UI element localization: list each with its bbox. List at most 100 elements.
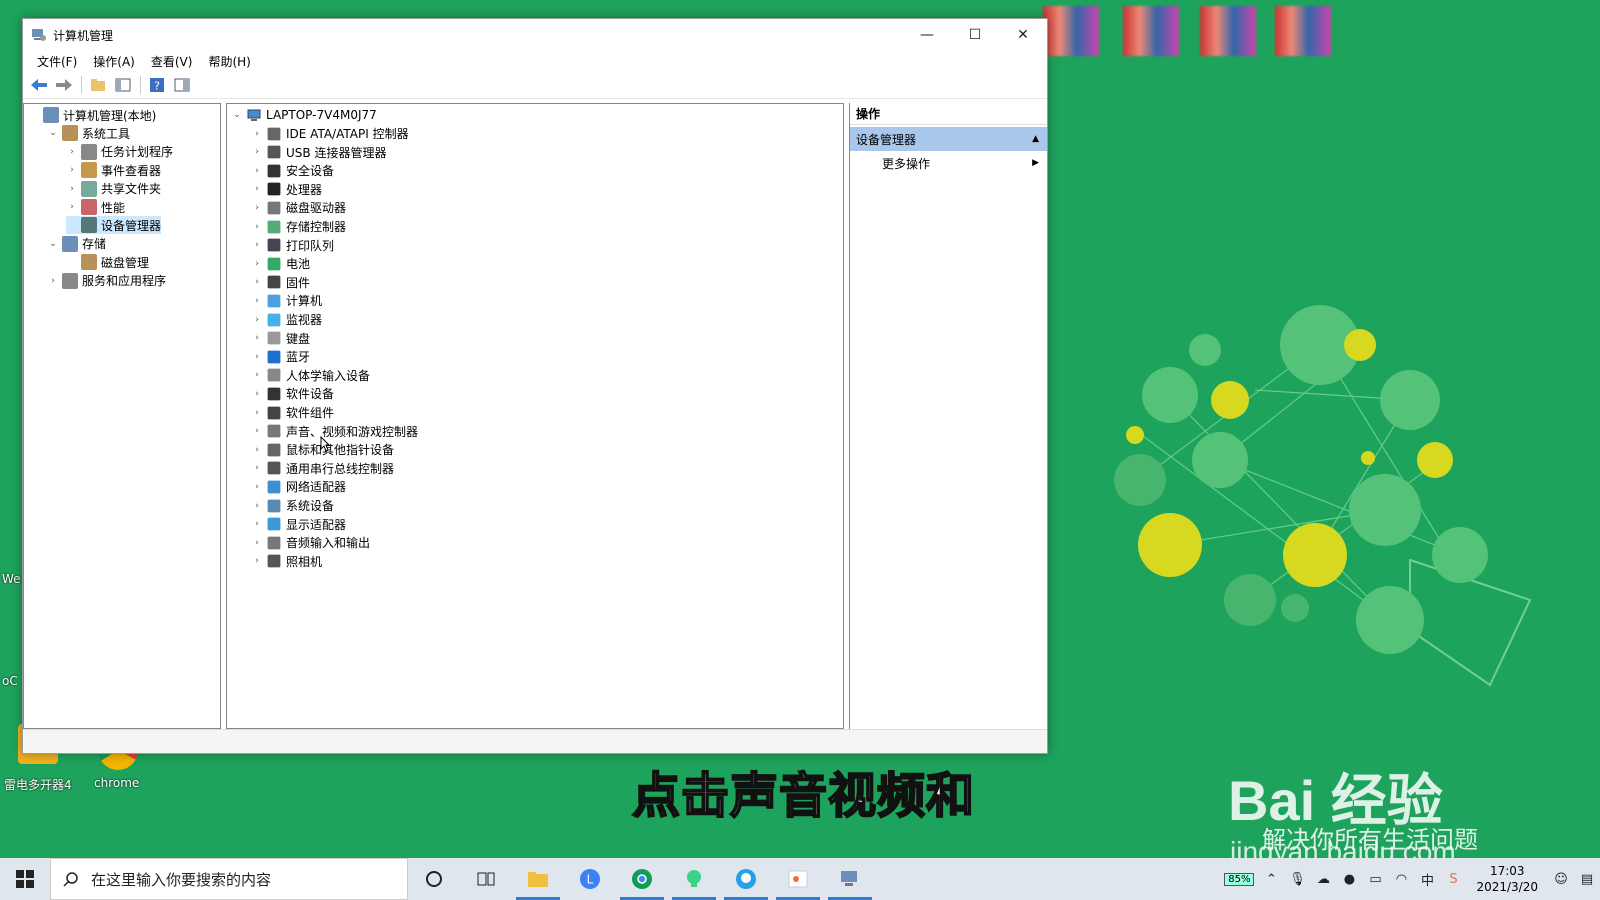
close-button[interactable]: ✕ [999, 19, 1047, 51]
device-category-item[interactable]: › 通用串行总线控制器 [251, 459, 394, 477]
blurred-desktop-icon[interactable] [1200, 6, 1256, 56]
device-category-item[interactable]: › 打印队列 [251, 236, 334, 254]
expand-arrow-icon[interactable]: › [251, 408, 263, 418]
desktop-icon-label[interactable]: oC [2, 674, 18, 688]
nav-tree-item[interactable]: › 任务计划程序 [66, 143, 173, 161]
collapse-arrow-icon[interactable]: ⌄ [47, 239, 59, 249]
nav-tree-item[interactable]: ⌄ 存储 [47, 235, 106, 253]
device-category-item[interactable]: › 系统设备 [251, 497, 334, 515]
nav-tree-item[interactable]: ⌄ 系统工具 [47, 124, 130, 142]
minimize-button[interactable]: — [903, 19, 951, 51]
menu-view[interactable]: 查看(V) [143, 53, 201, 70]
chevron-up-icon[interactable]: ⌃ [1258, 858, 1284, 900]
blurred-desktop-icon[interactable] [1043, 6, 1099, 56]
nav-tree-item[interactable]: 磁盘管理 [66, 253, 149, 271]
expand-arrow-icon[interactable]: › [251, 482, 263, 492]
device-category-item[interactable]: › 磁盘驱动器 [251, 199, 346, 217]
expand-arrow-icon[interactable]: › [251, 315, 263, 325]
device-tree-root[interactable]: ⌄ LAPTOP-7V4M0J77 [231, 106, 377, 124]
emoji-icon[interactable]: ☺ [1548, 858, 1574, 900]
expand-arrow-icon[interactable]: › [251, 129, 263, 139]
maximize-button[interactable]: ☐ [951, 19, 999, 51]
device-category-item[interactable]: › 安全设备 [251, 162, 334, 180]
menu-help[interactable]: 帮助(H) [200, 53, 258, 70]
expand-arrow-icon[interactable]: › [251, 501, 263, 511]
wifi-icon[interactable]: ◠ [1388, 858, 1414, 900]
device-category-item[interactable]: › 声音、视频和游戏控制器 [251, 422, 418, 440]
back-arrow-icon[interactable] [27, 74, 51, 96]
nav-tree-item[interactable]: › 事件查看器 [66, 161, 161, 179]
title-bar[interactable]: 计算机管理 — ☐ ✕ [23, 19, 1047, 51]
expand-arrow-icon[interactable]: › [66, 184, 78, 194]
task-view-button[interactable] [460, 858, 512, 900]
device-category-item[interactable]: › 固件 [251, 273, 310, 291]
collapse-triangle-icon[interactable]: ▲ [1032, 134, 1039, 144]
expand-arrow-icon[interactable]: › [66, 147, 78, 157]
desktop-icon-label[interactable]: We [2, 572, 21, 586]
collapse-arrow-icon[interactable]: ⌄ [47, 128, 59, 138]
expand-arrow-icon[interactable]: › [251, 222, 263, 232]
user-icon[interactable]: ● [1336, 858, 1362, 900]
computer-management-taskbar[interactable] [824, 858, 876, 900]
expand-arrow-icon[interactable]: › [47, 276, 59, 286]
collapse-arrow-icon[interactable]: ⌄ [231, 110, 243, 120]
device-category-item[interactable]: › 存储控制器 [251, 218, 346, 236]
cloud-icon[interactable]: ☁ [1310, 858, 1336, 900]
photo-app-taskbar[interactable] [772, 858, 824, 900]
app-l-taskbar[interactable]: L [564, 858, 616, 900]
sogou-icon[interactable]: S [1440, 858, 1466, 900]
expand-arrow-icon[interactable]: › [251, 463, 263, 473]
actions-section-device-manager[interactable]: 设备管理器 ▲ [850, 127, 1047, 151]
device-category-item[interactable]: › 监视器 [251, 311, 322, 329]
device-category-item[interactable]: › 电池 [251, 255, 310, 273]
expand-arrow-icon[interactable]: › [251, 445, 263, 455]
expand-arrow-icon[interactable]: › [251, 556, 263, 566]
expand-arrow-icon[interactable]: › [251, 538, 263, 548]
start-button[interactable] [0, 858, 50, 900]
expand-arrow-icon[interactable]: › [251, 333, 263, 343]
chat-app-taskbar[interactable] [720, 858, 772, 900]
menu-file[interactable]: 文件(F) [29, 53, 85, 70]
microphone-icon[interactable]: 🎙 [1284, 858, 1310, 900]
nav-tree-item[interactable]: › 服务和应用程序 [47, 272, 166, 290]
menu-action[interactable]: 操作(A) [85, 53, 143, 70]
bulb-app-taskbar[interactable] [668, 858, 720, 900]
blurred-desktop-icon[interactable] [1123, 6, 1179, 56]
taskbar-search-box[interactable]: 在这里输入你要搜索的内容 [50, 858, 408, 900]
expand-arrow-icon[interactable]: › [66, 202, 78, 212]
device-category-item[interactable]: › USB 连接器管理器 [251, 143, 386, 161]
nav-tree-item[interactable]: 计算机管理(本地) [28, 106, 156, 124]
expand-arrow-icon[interactable]: › [251, 519, 263, 529]
battery-indicator[interactable]: 85% [1224, 872, 1255, 886]
device-category-item[interactable]: › 蓝牙 [251, 348, 310, 366]
device-category-item[interactable]: › 软件组件 [251, 404, 334, 422]
nav-tree-item[interactable]: › 性能 [66, 198, 125, 216]
expand-arrow-icon[interactable]: › [251, 147, 263, 157]
expand-arrow-icon[interactable]: › [251, 277, 263, 287]
device-category-item[interactable]: › 软件设备 [251, 385, 334, 403]
desktop-icon-label[interactable]: chrome [94, 776, 139, 790]
device-category-item[interactable]: › IDE ATA/ATAPI 控制器 [251, 125, 408, 143]
expand-arrow-icon[interactable]: › [251, 389, 263, 399]
device-category-item[interactable]: › 网络适配器 [251, 478, 346, 496]
expand-arrow-icon[interactable]: › [251, 370, 263, 380]
clock[interactable]: 17:03 2021/3/20 [1466, 863, 1548, 895]
expand-arrow-icon[interactable]: › [251, 184, 263, 194]
device-category-item[interactable]: › 计算机 [251, 292, 322, 310]
expand-arrow-icon[interactable]: › [66, 165, 78, 175]
nav-tree-item[interactable]: 设备管理器 [66, 216, 162, 235]
expand-arrow-icon[interactable]: › [251, 259, 263, 269]
expand-arrow-icon[interactable]: › [251, 426, 263, 436]
blurred-desktop-icon[interactable] [1275, 6, 1331, 56]
cortana-button[interactable] [408, 858, 460, 900]
file-explorer-taskbar[interactable] [512, 858, 564, 900]
desktop-icon-label[interactable]: 雷电多开器4 [4, 776, 72, 793]
device-category-item[interactable]: › 键盘 [251, 329, 310, 347]
show-hide-console-icon[interactable] [111, 74, 135, 96]
notification-icon[interactable]: ▤ [1574, 858, 1600, 900]
expand-arrow-icon[interactable]: › [251, 352, 263, 362]
battery-icon[interactable]: ▭ [1362, 858, 1388, 900]
nav-tree-item[interactable]: › 共享文件夹 [66, 180, 161, 198]
up-folder-icon[interactable] [86, 74, 110, 96]
device-category-item[interactable]: › 照相机 [251, 552, 322, 570]
